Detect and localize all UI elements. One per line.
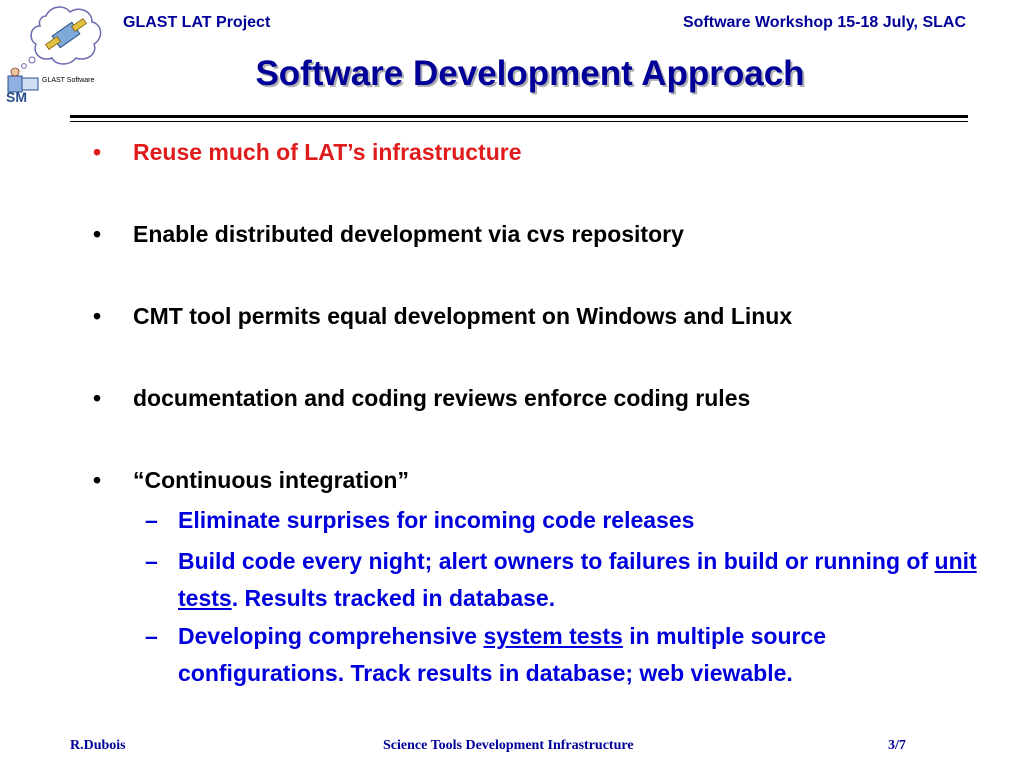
footer-talk-title: Science Tools Development Infrastructure bbox=[383, 738, 634, 753]
bullet-text: Enable distributed development via cvs r… bbox=[133, 221, 684, 247]
bullet-glyph: • bbox=[93, 467, 102, 493]
bullet-text: CMT tool permits equal development on Wi… bbox=[133, 303, 793, 329]
project-name: GLAST LAT Project bbox=[123, 14, 271, 31]
event-name: Software Workshop 15-18 July, SLAC bbox=[682, 14, 966, 31]
bullet-item: • Enable distributed development via cvs … bbox=[93, 220, 684, 248]
bullet-text: Reuse much of LAT’s infrastructure bbox=[133, 139, 522, 165]
sub-bullet-item: – Eliminate surprises for incoming code … bbox=[145, 502, 995, 539]
sub-bullet-text: Eliminate surprises for incoming code re… bbox=[178, 507, 695, 533]
bullet-glyph: • bbox=[93, 221, 102, 247]
sub-bullet-item: – Build code every night; alert owners t… bbox=[145, 543, 995, 617]
bullet-glyph: • bbox=[93, 303, 102, 329]
footer-author: R.Dubois bbox=[70, 738, 126, 753]
bullet-item: • Reuse much of LAT’s infrastructure bbox=[93, 138, 522, 166]
footer-page-number: 3/7 bbox=[888, 738, 906, 753]
sub-bullet-item: – Developing comprehensive system tests … bbox=[145, 618, 995, 692]
bullet-item: • documentation and coding reviews enforc… bbox=[93, 384, 750, 412]
dash-glyph: – bbox=[145, 507, 158, 533]
dash-glyph: – bbox=[145, 623, 158, 649]
bullet-item: • “Continuous integration” bbox=[93, 466, 409, 494]
bullet-glyph: • bbox=[93, 139, 102, 165]
bullet-item: • CMT tool permits equal development on W… bbox=[93, 302, 792, 330]
sub-bullet-text: Developing comprehensive system tests in… bbox=[178, 623, 827, 686]
bullet-glyph: • bbox=[93, 385, 102, 411]
sub-bullet-text: Build code every night; alert owners to … bbox=[178, 548, 977, 611]
system-tests-link[interactable]: system tests bbox=[483, 623, 622, 649]
title-rule-thin bbox=[70, 121, 968, 122]
bullet-text: “Continuous integration” bbox=[133, 467, 409, 493]
dash-glyph: – bbox=[145, 548, 158, 574]
bullet-text: documentation and coding reviews enforce… bbox=[133, 385, 751, 411]
title-rule-thick bbox=[70, 115, 968, 118]
slide-title: Software Development Approach bbox=[255, 54, 805, 93]
